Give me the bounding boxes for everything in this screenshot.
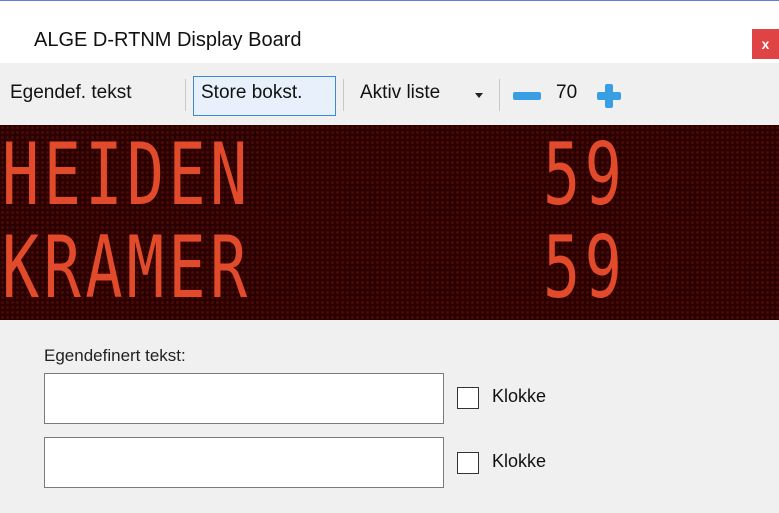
clock-checkbox-1-label: Klokke: [492, 386, 547, 406]
custom-text-field-1[interactable]: [44, 373, 444, 424]
board-row-1-name: HEIDEN: [2, 125, 252, 225]
toolbar-separator: [185, 79, 186, 111]
close-button[interactable]: x: [752, 29, 779, 59]
clock-checkbox-1[interactable]: [457, 387, 479, 409]
board-row-1-score: 59: [543, 125, 627, 225]
toolbar: Egendef. tekst Store bokst. Aktiv liste …: [0, 63, 779, 125]
clock-checkbox-2-label: Klokke: [492, 451, 547, 471]
title-bar: ALGE D-RTNM Display Board x: [0, 1, 779, 63]
toolbar-separator: [499, 79, 500, 111]
custom-text-button[interactable]: Egendef. tekst: [10, 82, 131, 104]
minus-icon[interactable]: [513, 92, 541, 100]
custom-text-panel: Egendefinert tekst: Klokke Klokke: [0, 320, 779, 513]
chevron-down-icon[interactable]: [475, 93, 483, 98]
uppercase-toggle-label: Store bokst.: [201, 82, 303, 103]
size-value: 70: [556, 82, 578, 103]
led-display-board: HEIDEN 59 KRAMER 59: [0, 125, 779, 320]
toolbar-separator: [343, 79, 344, 111]
custom-text-label: Egendefinert tekst:: [44, 346, 186, 365]
board-row-2-name: KRAMER: [2, 218, 252, 318]
window-title: ALGE D-RTNM Display Board: [34, 29, 302, 51]
custom-text-field-2[interactable]: [44, 437, 444, 488]
active-list-dropdown[interactable]: Aktiv liste: [360, 82, 440, 104]
board-row-2-score: 59: [543, 218, 627, 318]
clock-checkbox-2[interactable]: [457, 452, 479, 474]
plus-icon[interactable]: [597, 84, 621, 108]
